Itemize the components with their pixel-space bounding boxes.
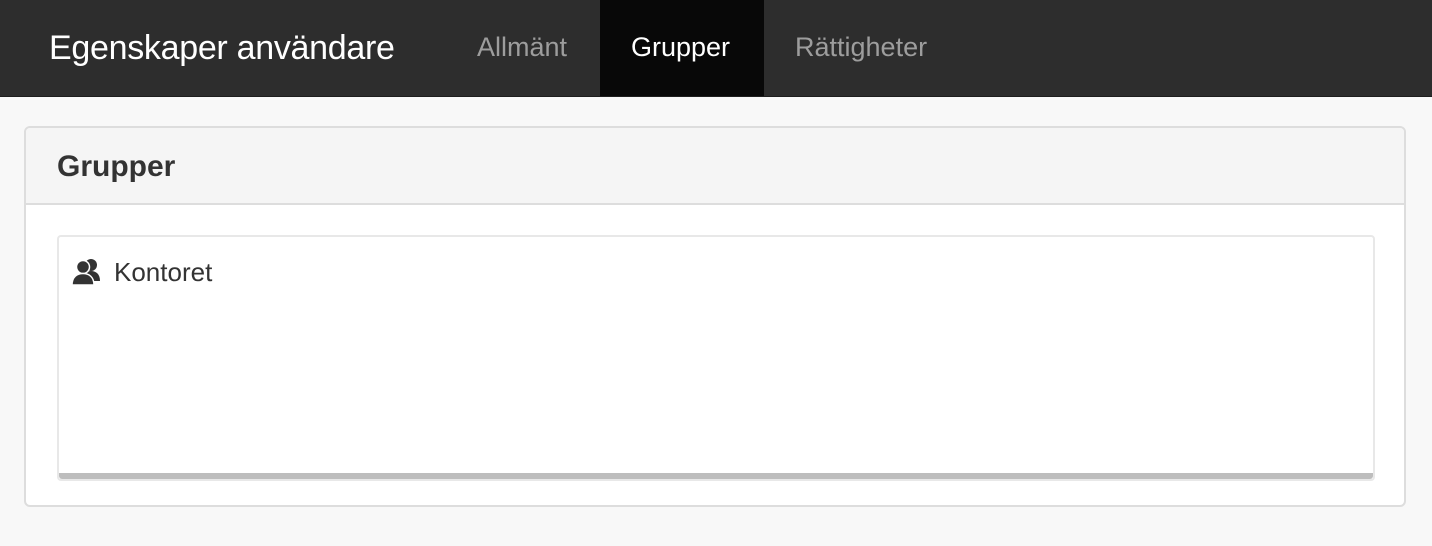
group-label: Kontoret [114, 256, 213, 287]
users-icon [70, 255, 104, 289]
panel-title: Grupper [57, 150, 176, 183]
navbar-brand[interactable]: Egenskaper användare [49, 0, 395, 96]
horizontal-scrollbar[interactable] [59, 473, 1373, 479]
groups-panel: Grupper Kontoret [24, 126, 1406, 507]
panel-heading: Grupper [26, 128, 1404, 205]
tab-rattigheter[interactable]: Rättigheter [764, 0, 958, 96]
group-list[interactable]: Kontoret [57, 235, 1375, 481]
list-item-group[interactable]: Kontoret [70, 255, 212, 289]
top-navbar: Egenskaper användare Allmänt Grupper Rät… [0, 0, 1432, 97]
tab-allmant[interactable]: Allmänt [446, 0, 598, 96]
panel-body: Kontoret [26, 205, 1404, 505]
tab-grupper[interactable]: Grupper [600, 0, 764, 96]
